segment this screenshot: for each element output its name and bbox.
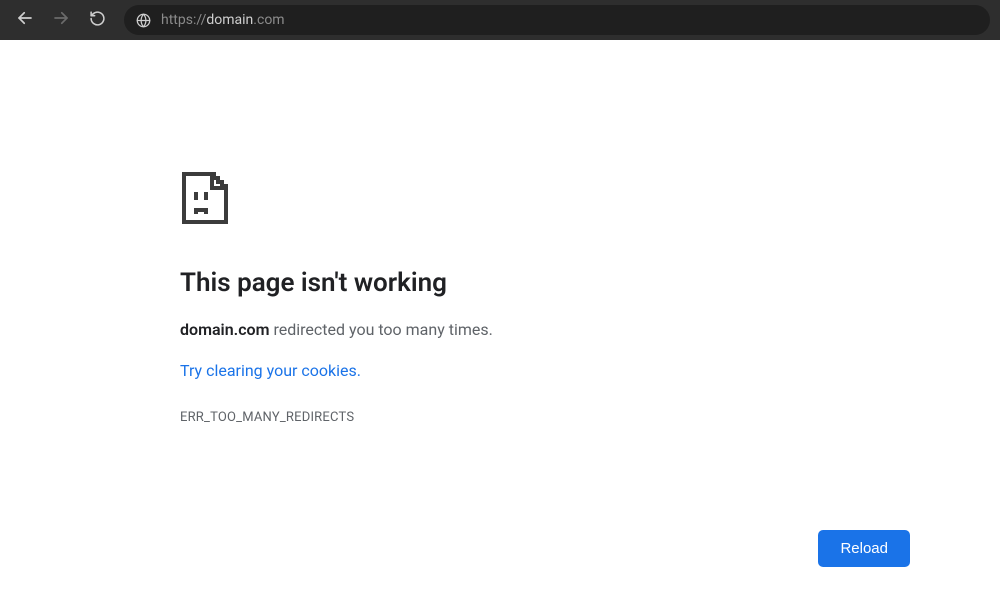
arrow-right-icon	[52, 9, 70, 31]
url-text: https://domain.com	[161, 12, 285, 28]
error-code: ERR_TOO_MANY_REDIRECTS	[180, 410, 1000, 425]
error-message-domain: domain.com	[180, 320, 270, 339]
back-button[interactable]	[10, 5, 40, 35]
url-host: domain	[206, 12, 253, 28]
error-page: This page isn't working domain.com redir…	[0, 40, 1000, 614]
error-message: domain.com redirected you too many times…	[180, 320, 1000, 339]
globe-icon	[136, 13, 151, 28]
reload-nav-button[interactable]	[82, 5, 112, 35]
url-scheme: https://	[161, 12, 206, 28]
reload-icon	[89, 10, 106, 31]
forward-button[interactable]	[46, 5, 76, 35]
sad-page-icon	[180, 170, 1000, 230]
browser-toolbar: https://domain.com	[0, 0, 1000, 40]
error-heading: This page isn't working	[180, 268, 1000, 298]
arrow-left-icon	[16, 9, 34, 31]
url-tld: .com	[253, 12, 284, 28]
address-bar[interactable]: https://domain.com	[124, 5, 990, 35]
reload-button[interactable]: Reload	[818, 530, 910, 567]
clear-cookies-link[interactable]: Try clearing your cookies.	[180, 361, 361, 380]
error-message-text: redirected you too many times.	[270, 320, 493, 339]
